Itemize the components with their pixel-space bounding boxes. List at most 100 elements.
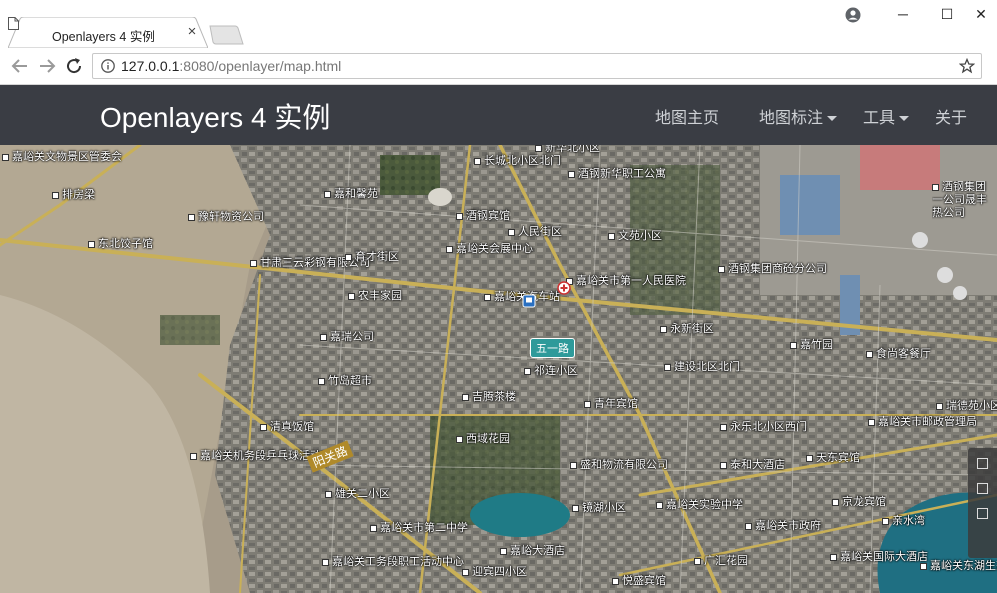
poi-marker-icon	[745, 522, 752, 530]
nav-tools[interactable]: 工具	[863, 104, 910, 128]
map-label: 人民街区	[508, 226, 562, 239]
nav-about-label: 关于	[935, 110, 968, 127]
poi-marker-icon	[718, 265, 725, 273]
nav-about[interactable]: 关于	[935, 104, 967, 128]
map-label: 嘉峪关市第一人民医院	[566, 275, 686, 288]
maximize-button[interactable]: ☐	[932, 4, 962, 24]
tab-close-icon[interactable]: ×	[185, 23, 199, 41]
close-window-button[interactable]: ✕	[966, 4, 996, 24]
poi-marker-icon	[462, 393, 469, 401]
browser-toolbar: 127.0.0.1:8080/openlayer/map.html	[0, 48, 997, 85]
map-label: 广汇花园	[694, 555, 748, 568]
fullscreen-button[interactable]	[977, 508, 988, 519]
map-label: 嘉峪关会展中心	[446, 243, 533, 256]
page-brand[interactable]: Openlayers 4 实例	[100, 96, 330, 136]
map-label: 酒钢集团一公司晟丰热公司	[932, 181, 987, 219]
poi-marker-icon	[250, 259, 257, 267]
map-label: 建设北区北门	[664, 361, 740, 374]
caret-down-icon	[827, 116, 838, 122]
road-sign: 五一路	[530, 338, 575, 358]
poi-marker-icon	[806, 454, 813, 462]
browser-tab[interactable]: Openlayers 4 实例 ×	[8, 17, 208, 48]
poi-marker-icon	[524, 367, 531, 375]
poi-marker-icon	[188, 213, 195, 221]
map-label: 迎宾四小区	[462, 566, 527, 579]
poi-marker-icon	[324, 190, 331, 198]
poi-marker-icon	[320, 333, 327, 341]
map-label: 酒钢集团商砼分公司	[718, 263, 827, 276]
nav-home-label: 地图主页	[655, 110, 720, 127]
poi-marker-icon	[720, 423, 727, 431]
map-label: 嘉峪关工务段职工活动中心	[322, 556, 464, 569]
map-label: 亲水湾	[882, 515, 925, 528]
reload-icon[interactable]	[62, 54, 86, 78]
nav-map-marker[interactable]: 地图标注	[759, 104, 838, 128]
map-label: 嘉和馨苑	[324, 188, 378, 201]
poi-marker-icon	[370, 524, 377, 532]
poi-marker-icon	[572, 504, 579, 512]
map-label: 永乐北小区西门	[720, 421, 807, 434]
zoom-out-button[interactable]	[977, 483, 988, 494]
map-label: 京龙宾馆	[832, 496, 886, 509]
tab-title: Openlayers 4 实例	[52, 30, 155, 44]
poi-marker-icon	[456, 212, 463, 220]
poi-marker-icon	[318, 377, 325, 385]
nav-home[interactable]: 地图主页	[655, 104, 719, 128]
map-label: 雄关二小区	[325, 488, 390, 501]
poi-marker-icon	[790, 341, 797, 349]
poi-marker-icon	[348, 292, 355, 300]
poi-marker-icon	[484, 293, 491, 301]
map-label: 盛和物流有限公司	[570, 459, 668, 472]
poi-marker-icon	[920, 562, 927, 570]
map-label: 嘉峪关市第二中学	[370, 522, 468, 535]
zoom-in-button[interactable]	[977, 458, 988, 469]
poi-marker-icon	[568, 170, 575, 178]
map-label: 镜湖小区	[572, 502, 626, 515]
map-label: 嘉峪关市邮政管理局	[868, 416, 977, 429]
map-label: 清真饭馆	[260, 421, 314, 434]
poi-marker-icon	[88, 240, 95, 248]
poi-marker-icon	[52, 191, 59, 199]
map-label: 竹岛超市	[318, 375, 372, 388]
map-label: 豫轩物资公司	[188, 211, 264, 224]
address-bar[interactable]: 127.0.0.1:8080/openlayer/map.html	[92, 53, 982, 79]
map-label: 嘉竹园	[790, 339, 833, 352]
map-label: 育才街区	[345, 251, 399, 264]
map-label: 新华北小区	[535, 145, 600, 155]
minimize-button[interactable]: ─	[888, 4, 918, 24]
hospital-marker-icon[interactable]	[557, 281, 571, 295]
bookmark-star-icon[interactable]	[959, 58, 975, 74]
poi-marker-icon	[660, 325, 667, 333]
url-text[interactable]: 127.0.0.1:8080/openlayer/map.html	[121, 58, 341, 74]
map-viewport[interactable]: 嘉峪关文物景区管委会 排房梁 东北饺子馆 豫轩物资公司 嘉和馨苑 甘肃三云彩钢有…	[0, 145, 997, 593]
poi-marker-icon	[584, 400, 591, 408]
poi-marker-icon	[832, 498, 839, 506]
poi-marker-icon	[190, 452, 197, 460]
map-label: 文苑小区	[608, 230, 662, 243]
poi-marker-icon	[570, 461, 577, 469]
map-label: 泰和大酒店	[720, 459, 785, 472]
bus-station-icon[interactable]	[522, 294, 536, 308]
poi-marker-icon	[260, 423, 267, 431]
site-info-icon[interactable]	[101, 59, 115, 73]
url-path: :8080/openlayer/map.html	[179, 58, 342, 74]
forward-arrow-icon[interactable]	[35, 54, 59, 78]
map-label: 西域花园	[456, 433, 510, 446]
poi-marker-icon	[456, 435, 463, 443]
poi-marker-icon	[508, 228, 515, 236]
new-tab-button[interactable]	[208, 25, 244, 45]
map-label: 悦盛宾馆	[612, 575, 666, 588]
poi-marker-icon	[932, 183, 939, 191]
profile-icon[interactable]	[845, 7, 861, 23]
map-label: 嘉瑞公司	[320, 331, 374, 344]
back-arrow-icon[interactable]	[8, 54, 32, 78]
map-label: 长城北小区北门	[474, 155, 561, 168]
url-host: 127.0.0.1	[121, 58, 180, 74]
poi-marker-icon	[535, 145, 542, 152]
map-label: 嘉峪关文物景区管委会	[2, 151, 122, 164]
poi-marker-icon	[882, 517, 889, 525]
poi-marker-icon	[474, 157, 481, 165]
poi-marker-icon	[462, 568, 469, 576]
map-label: 嘉峪关东湖生态旅游景区	[920, 560, 997, 573]
map-label: 酒钢新华职工公寓	[568, 168, 666, 181]
